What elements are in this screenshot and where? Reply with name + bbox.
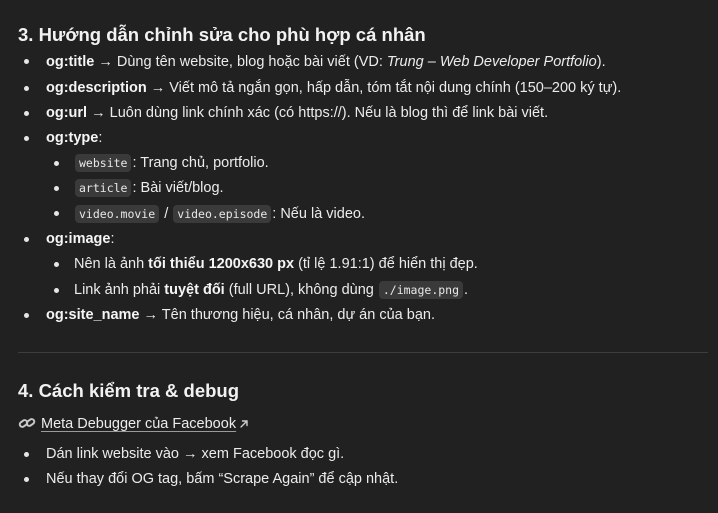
list-item-image-size: Nên là ảnh tối thiểu 1200x630 px (tỉ lệ … [74, 256, 478, 272]
bullet [24, 313, 29, 318]
external-arrow-icon [240, 420, 248, 428]
list-item-og-site-name: og:site_name → Tên thương hiệu, cá nhân,… [46, 307, 435, 323]
inline-code: website [75, 154, 132, 172]
bullet [24, 237, 29, 242]
horizontal-divider [18, 352, 708, 353]
section-3-heading: 3. Hướng dẫn chỉnh sửa cho phù hợp cá nh… [18, 24, 426, 45]
bullet [24, 477, 29, 482]
bullet [54, 288, 59, 293]
bullet [54, 211, 59, 216]
bullet [24, 136, 29, 141]
list-item-image-url: Link ảnh phải tuyệt đối (full URL), khôn… [74, 281, 469, 299]
inline-code: video.episode [173, 205, 272, 223]
link-chain-icon [18, 418, 36, 428]
list-item-debug-step-1: Dán link website vào → xem Facebook đọc … [46, 446, 345, 462]
chat-message-content: 3. Hướng dẫn chỉnh sửa cho phù hợp cá nh… [0, 0, 718, 513]
section-4-heading: 4. Cách kiểm tra & debug [18, 380, 240, 401]
bullet [54, 186, 59, 191]
meta-debugger-link[interactable]: Meta Debugger của Facebook [41, 416, 236, 432]
list-item-og-url: og:url → Luôn dùng link chính xác (có ht… [46, 105, 549, 121]
list-item-debug-step-2: Nếu thay đổi OG tag, bấm “Scrape Again” … [46, 471, 399, 487]
meta-debugger-link-row: Meta Debugger của Facebook [41, 414, 249, 434]
list-item-og-description: og:description → Viết mô tả ngắn gọn, hấ… [46, 80, 622, 96]
list-item-type-article: article: Bài viết/blog. [74, 178, 224, 198]
bullet [54, 262, 59, 267]
list-item-og-image: og:image: [46, 231, 115, 247]
list-item-type-video: video.movie / video.episode: Nếu là vide… [74, 204, 365, 224]
bullet [54, 161, 59, 166]
list-item-og-title: og:title → Dùng tên website, blog hoặc b… [46, 54, 606, 70]
inline-code: video.movie [75, 205, 160, 223]
inline-code: ./image.png [378, 281, 464, 299]
bullet [24, 452, 29, 457]
bullet [24, 59, 29, 64]
list-item-og-type: og:type: [46, 130, 103, 146]
inline-code: article [75, 179, 132, 197]
bullet [24, 86, 29, 91]
bullet [24, 111, 29, 116]
list-item-type-website: website: Trang chủ, portfolio. [74, 153, 269, 173]
